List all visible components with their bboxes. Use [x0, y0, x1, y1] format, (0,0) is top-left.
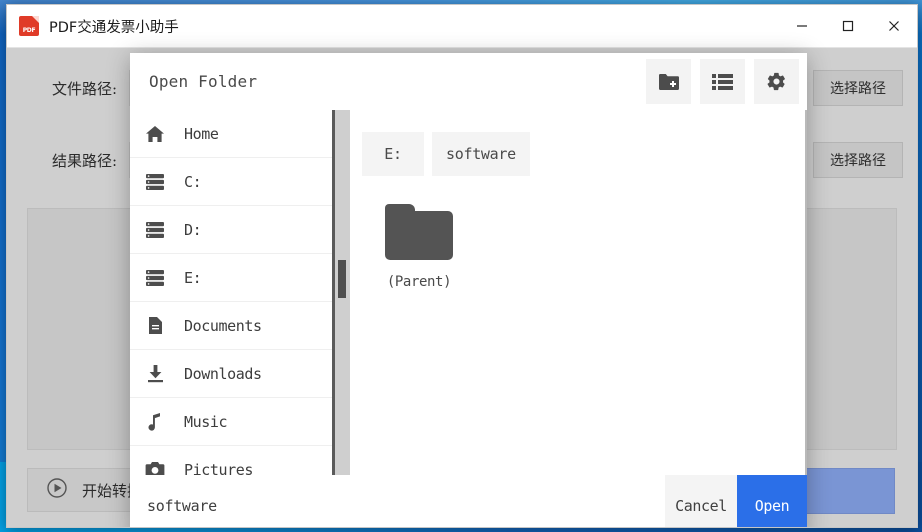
file-path-label: 文件路径: — [51, 79, 117, 98]
sidebar-item-label: Downloads — [184, 364, 262, 383]
play-circle-icon — [46, 477, 68, 503]
breadcrumb: E: software — [350, 110, 807, 176]
sidebar-item-music[interactable]: Music — [130, 398, 332, 446]
window-controls — [779, 5, 917, 47]
sidebar-item-label: C: — [184, 172, 202, 191]
result-path-browse-button[interactable]: 选择路径 — [813, 142, 903, 178]
dialog-toolbar — [646, 59, 799, 104]
folder-icon — [385, 204, 453, 260]
dialog-title: Open Folder — [149, 72, 258, 91]
places-list: Home C: D: E: Documents Downloads Music … — [130, 110, 332, 475]
files-pane: E: software (Parent) — [350, 110, 807, 475]
settings-gear-icon[interactable] — [754, 59, 799, 104]
places-scrollbar-thumb[interactable] — [338, 260, 346, 298]
dialog-footer: software Cancel Open — [130, 475, 807, 527]
open-button[interactable]: Open — [737, 475, 807, 527]
list-view-icon[interactable] — [700, 59, 745, 104]
download-icon — [144, 364, 166, 383]
result-path-label: 结果路径: — [51, 151, 117, 170]
files-scrollbar[interactable] — [805, 110, 807, 475]
drive-icon — [144, 221, 166, 239]
camera-icon — [144, 461, 166, 475]
places-scrollbar[interactable] — [335, 110, 350, 475]
sidebar-item-pictures[interactable]: Pictures — [130, 446, 332, 475]
places-sidebar: Home C: D: E: Documents Downloads Music … — [130, 110, 335, 475]
sidebar-item-drive-d[interactable]: D: — [130, 206, 332, 254]
cancel-button[interactable]: Cancel — [665, 475, 737, 527]
music-note-icon — [144, 412, 166, 431]
title-bar: PDF PDF交通发票小助手 — [7, 5, 917, 48]
breadcrumb-item-drive[interactable]: E: — [362, 132, 424, 176]
home-icon — [144, 125, 166, 143]
sidebar-item-label: E: — [184, 268, 202, 287]
drive-icon — [144, 173, 166, 191]
pdf-file-icon: PDF — [19, 16, 39, 36]
sidebar-item-label: Pictures — [184, 460, 254, 476]
file-path-browse-button[interactable]: 选择路径 — [813, 70, 903, 106]
maximize-icon[interactable] — [825, 5, 871, 47]
breadcrumb-item-folder[interactable]: software — [432, 132, 530, 176]
sidebar-item-drive-c[interactable]: C: — [130, 158, 332, 206]
sidebar-item-downloads[interactable]: Downloads — [130, 350, 332, 398]
filename-input[interactable]: software — [147, 497, 665, 515]
sidebar-item-label: Home — [184, 124, 219, 143]
pdf-icon-label: PDF — [22, 27, 36, 34]
sidebar-item-label: Documents — [184, 316, 262, 335]
page-title: PDF交通发票小助手 — [49, 19, 179, 36]
document-icon — [144, 316, 166, 335]
sidebar-item-label: D: — [184, 220, 202, 239]
close-icon[interactable] — [871, 5, 917, 47]
file-item-parent[interactable]: (Parent) — [364, 196, 474, 290]
open-folder-dialog: Open Folder Home C: D: E: Documents Down… — [130, 53, 807, 527]
sidebar-item-home[interactable]: Home — [130, 110, 332, 158]
sidebar-item-documents[interactable]: Documents — [130, 302, 332, 350]
minimize-icon[interactable] — [779, 5, 825, 47]
sidebar-item-label: Music — [184, 412, 228, 431]
file-grid: (Parent) — [350, 176, 807, 290]
new-folder-icon[interactable] — [646, 59, 691, 104]
sidebar-item-drive-e[interactable]: E: — [130, 254, 332, 302]
dialog-header: Open Folder — [130, 53, 807, 110]
footer-actions: Cancel Open — [665, 475, 807, 527]
application-window: PDF PDF交通发票小助手 文件路径: 选择路径 结果路径: 选择路径 开始转… — [6, 4, 918, 528]
file-item-label: (Parent) — [386, 274, 452, 290]
dialog-main: Home C: D: E: Documents Downloads Music … — [130, 110, 807, 475]
drive-icon — [144, 269, 166, 287]
